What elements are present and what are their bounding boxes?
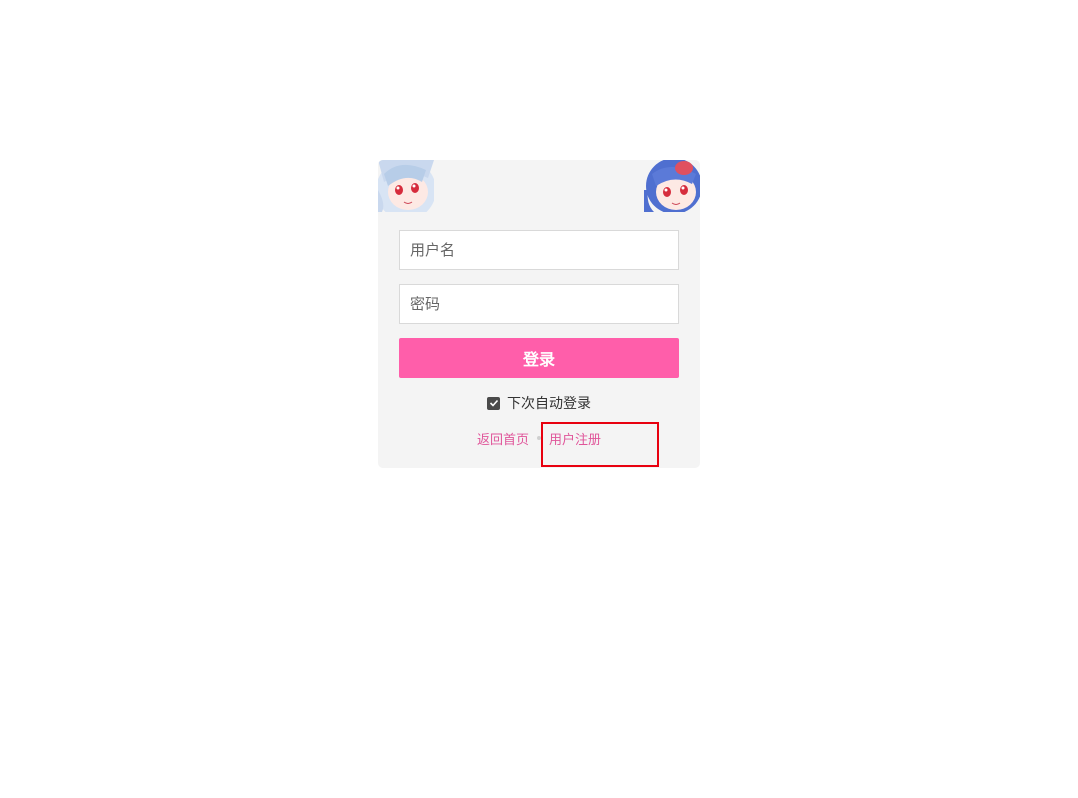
- remember-me-row: 下次自动登录: [378, 393, 700, 413]
- login-button[interactable]: 登录: [399, 338, 679, 378]
- password-input[interactable]: [399, 284, 679, 324]
- remember-me-checkbox[interactable]: [487, 396, 500, 410]
- left-avatar-icon: [378, 160, 434, 212]
- username-input[interactable]: [399, 230, 679, 270]
- checkmark-icon: [489, 399, 498, 407]
- highlight-box: [541, 422, 659, 467]
- remember-me-label[interactable]: 下次自动登录: [507, 393, 591, 413]
- back-home-link[interactable]: 返回首页: [477, 429, 529, 448]
- right-avatar-icon: [644, 160, 700, 212]
